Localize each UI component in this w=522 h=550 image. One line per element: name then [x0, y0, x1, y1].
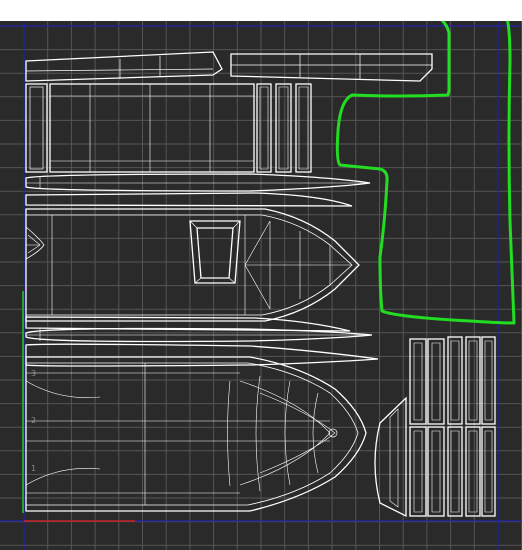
uv-island-gunwale-strip-1[interactable]: [25, 173, 371, 192]
uv-island-slats-lower[interactable]: [409, 426, 496, 517]
v-tick-label: 2: [31, 416, 36, 425]
v-tick-label: 1: [31, 464, 36, 473]
uv-editor-viewport[interactable]: 3 2 1: [0, 21, 522, 550]
uv-island-top-strip-left[interactable]: [25, 51, 223, 82]
uv-canvas[interactable]: 3 2 1: [0, 21, 522, 550]
v-tick-label: 3: [31, 369, 36, 378]
uv-island-gunwale-strip-2[interactable]: [25, 192, 353, 207]
green-freehand-annotation: [335, 21, 516, 325]
uv-island-hull-hatch[interactable]: [189, 220, 241, 284]
uv-island-hull-top[interactable]: [25, 208, 360, 322]
